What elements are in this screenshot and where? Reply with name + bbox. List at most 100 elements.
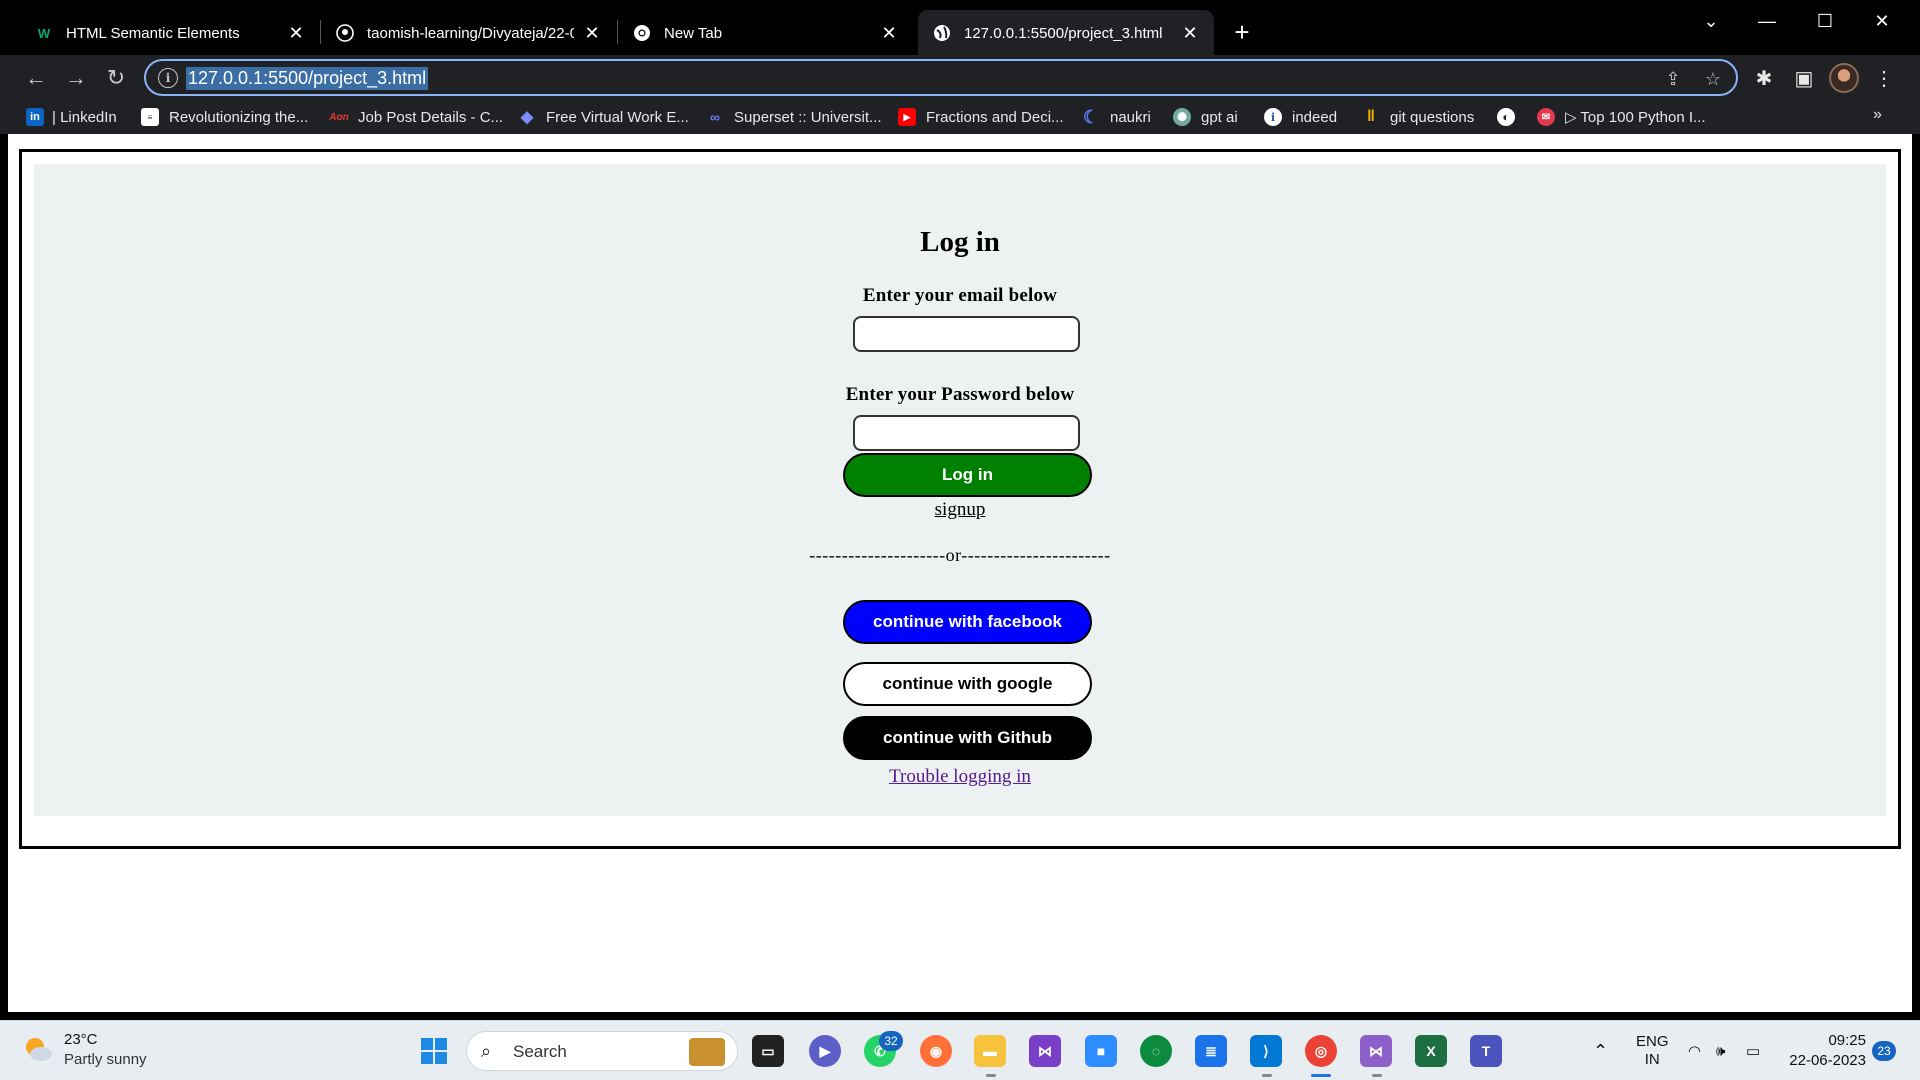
tab-title: taomish-learning/Divyateja/22-0	[367, 24, 574, 42]
search-icon: ⌕	[481, 1041, 492, 1061]
windows-taskbar: 23°C Partly sunny ⌕ Search ▭ ▶ ✆ 32 ◉ ▬ …	[0, 1020, 1920, 1080]
tab-new-tab[interactable]: New Tab ✕	[618, 10, 913, 56]
youtube-icon: ▶	[898, 108, 916, 126]
bookmark-fractions[interactable]: ▶ Fractions and Deci...	[898, 106, 1064, 128]
signup-link[interactable]: signup	[935, 499, 986, 520]
close-icon[interactable]: ✕	[286, 23, 306, 43]
tab-github[interactable]: taomish-learning/Divyateja/22-0 ✕	[321, 10, 616, 56]
share-icon[interactable]: ⇪	[1662, 68, 1684, 90]
close-icon[interactable]: ✕	[879, 23, 899, 43]
login-button[interactable]: Log in	[843, 453, 1092, 497]
teams-icon[interactable]: T	[1470, 1035, 1502, 1067]
reload-icon[interactable]: ↻	[100, 62, 132, 94]
bookmark-globe[interactable]: ◐	[1497, 106, 1525, 128]
tab-html-semantic[interactable]: W HTML Semantic Elements ✕	[20, 10, 320, 56]
running-indicator	[1372, 1074, 1382, 1077]
close-icon[interactable]: ✕	[1180, 23, 1200, 43]
site-info-icon[interactable]: i	[158, 68, 178, 88]
page-title: Log in	[920, 226, 1000, 258]
profile-avatar[interactable]	[1829, 63, 1859, 93]
teams-chat-icon[interactable]: ▶	[809, 1035, 841, 1067]
volume-icon[interactable]: 🕪	[1716, 1021, 1725, 1080]
battery-icon[interactable]: ▭	[1746, 1021, 1760, 1080]
tab-title: 127.0.0.1:5500/project_3.html	[964, 24, 1163, 42]
bookmark-linkedin[interactable]: in | LinkedIn	[26, 106, 117, 128]
bookmark-revolutionizing[interactable]: ≡ Revolutionizing the...	[141, 106, 308, 128]
bookmarks-overflow-chevron-icon[interactable]: »	[1873, 106, 1882, 124]
extensions-puzzle-icon[interactable]: ✱	[1749, 63, 1779, 93]
login-form: Log in Enter your email below Enter your…	[34, 164, 1886, 816]
task-view-icon[interactable]: ▭	[752, 1035, 784, 1067]
edge-icon[interactable]: ◌	[1140, 1035, 1172, 1067]
email-field[interactable]	[853, 316, 1080, 352]
bookmark-job-post[interactable]: Aon Job Post Details - C...	[329, 106, 503, 128]
search-placeholder: Search	[513, 1042, 567, 1061]
bookmark-label: Revolutionizing the...	[169, 108, 309, 126]
back-arrow-icon[interactable]: ←	[20, 62, 52, 94]
vscode-icon[interactable]: ⟩	[1250, 1035, 1282, 1067]
email-label: Enter your email below	[862, 285, 1058, 306]
menu-kebab-icon[interactable]: ⋮	[1869, 63, 1899, 93]
bookmark-label: Fractions and Deci...	[926, 108, 1064, 126]
globe-icon	[932, 23, 952, 43]
new-tab-button[interactable]: +	[1228, 17, 1256, 47]
tab-project-3[interactable]: 127.0.0.1:5500/project_3.html ✕	[918, 10, 1214, 56]
firefox-icon[interactable]: ◉	[920, 1035, 952, 1067]
window-close-icon[interactable]: ✕	[1862, 6, 1902, 36]
bookmark-indeed[interactable]: i indeed	[1264, 106, 1337, 128]
python-site-icon: ✉	[1537, 108, 1555, 126]
windows-start-icon[interactable]	[418, 1035, 450, 1067]
bookmark-virtual-work[interactable]: ◆ Free Virtual Work E...	[518, 106, 689, 128]
file-explorer-icon[interactable]: ▬	[974, 1035, 1006, 1067]
trouble-logging-in-link[interactable]: Trouble logging in	[889, 766, 1031, 787]
region-code: IN	[1644, 1051, 1660, 1068]
continue-google-button[interactable]: continue with google	[843, 662, 1092, 706]
close-icon[interactable]: ✕	[582, 23, 602, 43]
chrome-icon[interactable]: ◎	[1305, 1035, 1337, 1067]
running-indicator	[986, 1074, 996, 1077]
notification-count-badge[interactable]: 23	[1872, 1041, 1896, 1061]
address-bar[interactable]: i 127.0.0.1:5500/project_3.html ⇪ ☆	[144, 59, 1738, 96]
side-panel-icon[interactable]: ▣	[1789, 63, 1819, 93]
w3schools-icon: W	[37, 25, 51, 41]
visual-studio-icon[interactable]: ⋈	[1029, 1035, 1061, 1067]
minimize-icon[interactable]: —	[1747, 6, 1787, 36]
url-text[interactable]: 127.0.0.1:5500/project_3.html	[186, 67, 429, 90]
bookmark-gpt-ai[interactable]: ✺ gpt ai	[1173, 106, 1238, 128]
clock[interactable]: 09:25 22-06-2023	[1784, 1021, 1866, 1080]
weather-description[interactable]: Partly sunny	[64, 1051, 147, 1068]
tab-strip: W HTML Semantic Elements ✕ taomish-learn…	[0, 0, 1920, 56]
language-indicator[interactable]: ENG IN	[1636, 1021, 1669, 1080]
running-indicator	[1262, 1074, 1272, 1077]
bookmark-git-questions[interactable]: ‖ git questions	[1362, 106, 1474, 128]
notepad-icon[interactable]: ≣	[1195, 1035, 1227, 1067]
git-bars-icon: ‖	[1367, 108, 1375, 125]
visual-studio-2-icon[interactable]: ⋈	[1360, 1035, 1392, 1067]
partly-sunny-icon[interactable]	[22, 1033, 54, 1065]
continue-facebook-button[interactable]: continue with facebook	[843, 600, 1092, 644]
bookmark-star-icon[interactable]: ☆	[1702, 68, 1724, 90]
continue-github-button[interactable]: continue with Github	[843, 716, 1092, 760]
naukri-icon: ☾	[1082, 106, 1100, 127]
zoom-icon[interactable]: ■	[1085, 1035, 1117, 1067]
password-field[interactable]	[853, 415, 1080, 451]
bookmark-label: ▷ Top 100 Python I...	[1565, 109, 1706, 126]
forward-arrow-icon[interactable]: →	[60, 62, 92, 94]
tab-title: HTML Semantic Elements	[66, 24, 240, 42]
weather-temperature[interactable]: 23°C	[64, 1031, 98, 1048]
bookmark-naukri[interactable]: ☾ naukri	[1082, 106, 1151, 128]
maximize-icon[interactable]: ☐	[1805, 6, 1845, 36]
tab-title: New Tab	[664, 24, 723, 42]
wifi-icon[interactable]: ◠	[1688, 1021, 1701, 1080]
bookmark-label: | LinkedIn	[52, 108, 117, 126]
article-icon: ≡	[141, 108, 159, 126]
taskbar-search[interactable]: ⌕ Search	[466, 1031, 738, 1071]
whatsapp-badge: 32	[879, 1031, 903, 1051]
chrome-icon	[632, 23, 652, 43]
tray-chevron-up-icon[interactable]: ⌃	[1593, 1021, 1608, 1080]
excel-icon[interactable]: X	[1415, 1035, 1447, 1067]
bookmark-superset[interactable]: ∞ Superset :: Universit...	[706, 106, 882, 128]
bookmark-python[interactable]: ✉ ▷ Top 100 Python I...	[1537, 106, 1706, 128]
linkedin-icon: in	[26, 108, 44, 126]
tab-search-chevron-icon[interactable]: ⌄	[1691, 6, 1731, 36]
